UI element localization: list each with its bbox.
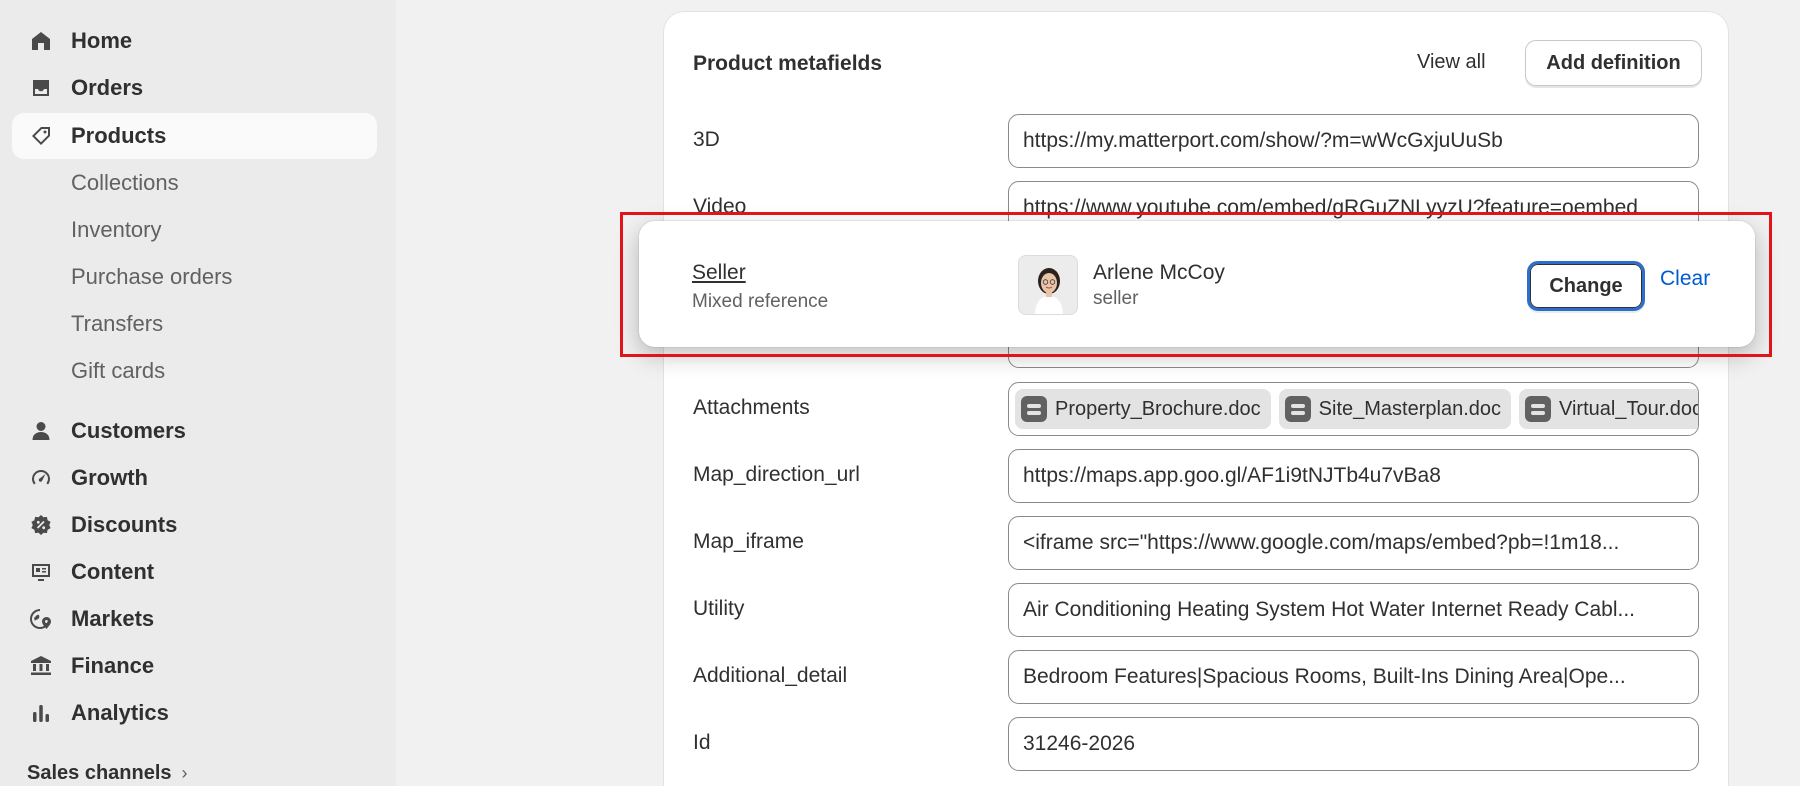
field-label: 3D (693, 128, 720, 151)
field-label: Attachments (693, 396, 810, 419)
sidebar-item-label: Inventory (71, 217, 162, 242)
card-title: Product metafields (693, 52, 883, 75)
sidebar-item-growth[interactable]: Growth (12, 455, 377, 501)
field-row-map-iframe: Map_iframe <iframe src="https://www.goog… (693, 516, 1703, 570)
change-button[interactable]: Change (1527, 261, 1645, 311)
avatar (1018, 255, 1078, 315)
field-input-utility[interactable]: Air Conditioning Heating System Hot Wate… (1008, 583, 1699, 637)
field-input-additional-detail[interactable]: Bedroom Features|Spacious Rooms, Built-I… (1008, 650, 1699, 704)
seller-field-label[interactable]: Seller (692, 261, 746, 285)
seller-name: Arlene McCoy (1093, 261, 1225, 284)
field-label: Id (693, 731, 711, 754)
clear-link[interactable]: Clear (1660, 267, 1710, 291)
sidebar-item-label: Content (71, 559, 155, 584)
sidebar-item-label: Transfers (71, 311, 164, 336)
sidebar: Home Orders Products Collections Invento… (0, 0, 396, 786)
sidebar-item-content[interactable]: Content (12, 549, 377, 595)
discount-icon (28, 512, 54, 538)
person-icon (28, 418, 54, 444)
sidebar-item-label: Gift cards (71, 358, 166, 383)
field-label: Additional_detail (693, 664, 848, 687)
sidebar-item-label: Home (71, 28, 133, 53)
attachment-chip[interactable]: Property_Brochure.doc (1015, 389, 1271, 429)
file-icon (1525, 396, 1551, 422)
sidebar-item-label: Growth (71, 465, 148, 490)
add-definition-button[interactable]: Add definition (1525, 40, 1702, 86)
view-all-link[interactable]: View all (1417, 51, 1486, 74)
bank-icon (28, 653, 54, 679)
field-input-attachments[interactable]: Property_Brochure.doc Site_Masterplan.do… (1008, 382, 1699, 436)
sidebar-item-analytics[interactable]: Analytics (12, 690, 377, 736)
field-row-id: Id 31246-2026 (693, 717, 1703, 771)
field-row-additional-detail: Additional_detail Bedroom Features|Spaci… (693, 650, 1703, 704)
sidebar-item-discounts[interactable]: Discounts (12, 502, 377, 548)
sidebar-item-label: Discounts (71, 512, 178, 537)
file-icon (1021, 396, 1047, 422)
gauge-icon (28, 465, 54, 491)
sidebar-item-products[interactable]: Products (12, 113, 377, 159)
sidebar-item-label: Analytics (71, 700, 169, 725)
field-row-utility: Utility Air Conditioning Heating System … (693, 583, 1703, 637)
seller-reference-popup: Seller Mixed reference Arlene McCoy sell… (639, 221, 1755, 347)
field-label: Utility (693, 597, 745, 620)
attachment-chip[interactable]: Site_Masterplan.doc (1278, 389, 1511, 429)
sidebar-item-label: Finance (71, 653, 155, 678)
field-label: Map_direction_url (693, 463, 860, 486)
field-row-attachments: Attachments Property_Brochure.doc Site_M… (693, 382, 1703, 436)
sidebar-item-label: Products (71, 123, 167, 148)
field-input-3d[interactable]: https://my.matterport.com/show/?m=wWcGxj… (1008, 114, 1699, 168)
field-input-map-direction-url[interactable]: https://maps.app.goo.gl/AF1i9tNJTb4u7vBa… (1008, 449, 1699, 503)
sales-channels-label: Sales channels (27, 762, 172, 784)
metafields-card: Product metafields View all Add definiti… (664, 12, 1728, 786)
bar-chart-icon (28, 700, 54, 726)
field-label: Map_iframe (693, 530, 804, 553)
sidebar-item-label: Collections (71, 170, 179, 195)
sidebar-item-orders[interactable]: Orders (12, 65, 377, 111)
sidebar-item-label: Orders (71, 75, 144, 100)
content-icon (28, 559, 54, 585)
sidebar-item-customers[interactable]: Customers (12, 408, 377, 454)
sidebar-item-collections[interactable]: Collections (12, 160, 377, 206)
sidebar-item-purchase-orders[interactable]: Purchase orders (12, 254, 377, 300)
globe-icon (28, 606, 54, 632)
sidebar-item-inventory[interactable]: Inventory (12, 207, 377, 253)
sidebar-item-label: Markets (71, 606, 155, 631)
home-icon (28, 28, 54, 54)
sidebar-item-gift-cards[interactable]: Gift cards (12, 348, 377, 394)
sidebar-item-home[interactable]: Home (12, 18, 377, 64)
chevron-right-icon: › (181, 763, 188, 783)
seller-field-type: Mixed reference (692, 291, 829, 312)
tag-icon (28, 123, 54, 149)
field-row-3d: 3D https://my.matterport.com/show/?m=wWc… (693, 114, 1703, 168)
field-row-map-direction-url: Map_direction_url https://maps.app.goo.g… (693, 449, 1703, 503)
file-icon (1284, 396, 1311, 422)
sidebar-item-label: Purchase orders (71, 264, 233, 289)
attachment-chip[interactable]: Virtual_Tour.doc (1519, 389, 1698, 429)
sidebar-item-transfers[interactable]: Transfers (12, 301, 377, 347)
sidebar-item-finance[interactable]: Finance (12, 643, 377, 689)
field-input-map-iframe[interactable]: <iframe src="https://www.google.com/maps… (1008, 516, 1699, 570)
seller-role: seller (1093, 288, 1139, 309)
sales-channels-heading[interactable]: Sales channels › (27, 762, 188, 785)
field-input-id[interactable]: 31246-2026 (1008, 717, 1699, 771)
inbox-icon (28, 75, 54, 101)
sidebar-item-label: Customers (71, 418, 186, 443)
field-label: Video (693, 195, 747, 218)
sidebar-item-markets[interactable]: Markets (12, 596, 377, 642)
